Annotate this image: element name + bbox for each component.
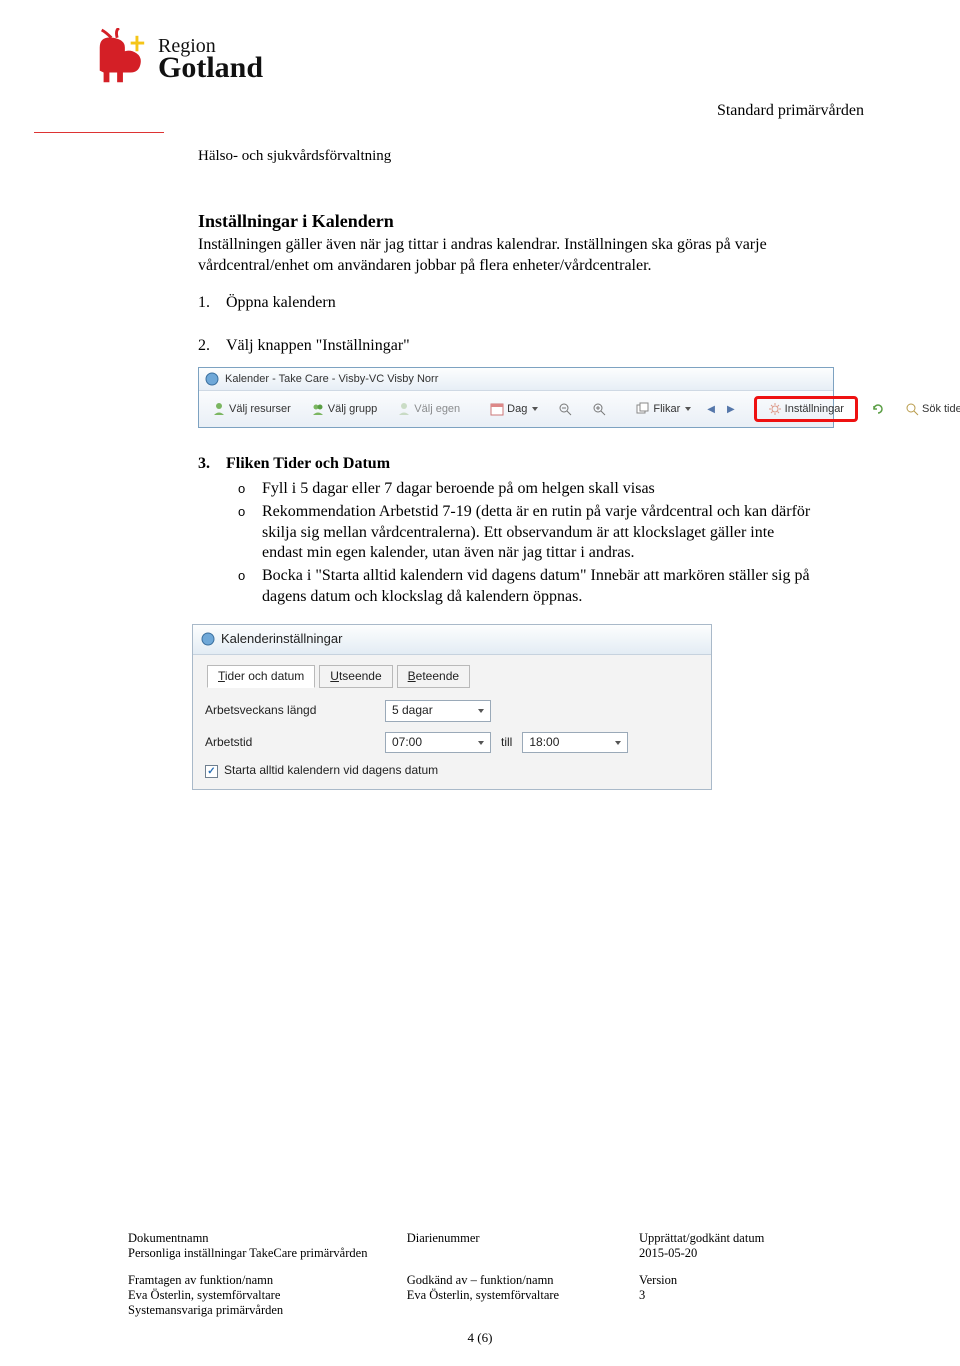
- prev-arrow[interactable]: ◀: [704, 403, 718, 416]
- logo-ram-icon: [92, 28, 150, 90]
- step-2: 2.Välj knappen "Inställningar" Kalender …: [198, 336, 818, 428]
- work-to-select[interactable]: 18:00: [522, 732, 628, 754]
- tabs-button[interactable]: Flikar: [629, 399, 698, 419]
- footer-date-value: 2015-05-20: [639, 1246, 848, 1261]
- settings-button[interactable]: Inställningar: [761, 399, 851, 419]
- header-rule: [34, 132, 164, 133]
- intro-paragraph: Inställningen gäller även när jag tittar…: [198, 235, 818, 277]
- tab-behavior[interactable]: Beteende: [397, 665, 470, 689]
- chevron-down-icon: [478, 741, 484, 745]
- next-arrow[interactable]: ▶: [724, 403, 738, 416]
- work-from-select[interactable]: 07:00: [385, 732, 491, 754]
- person-icon: [212, 402, 226, 416]
- chevron-down-icon: [478, 709, 484, 713]
- zoom-out-icon: [558, 402, 572, 416]
- gear-icon: [768, 402, 782, 416]
- workweek-length-label: Arbetsveckans längd: [205, 703, 375, 719]
- section-title: Inställningar i Kalendern: [198, 210, 818, 233]
- person-dim-icon: [397, 402, 411, 416]
- footer-docname-value: Personliga inställningar TakeCare primär…: [128, 1246, 407, 1261]
- window-title: Kalender - Take Care - Visby-VC Visby No…: [225, 372, 438, 386]
- window-titlebar: Kalender - Take Care - Visby-VC Visby No…: [199, 368, 833, 391]
- footer-createdby-value2: Systemansvariga primärvården: [128, 1303, 407, 1318]
- bullet-1: oFyll i 5 dagar eller 7 dagar beroende p…: [198, 479, 818, 500]
- zoom-out-button[interactable]: [551, 399, 579, 419]
- day-button[interactable]: Dag: [483, 399, 545, 419]
- calendar-day-icon: [490, 402, 504, 416]
- footer-createdby-header: Framtagen av funktion/namn: [128, 1273, 407, 1288]
- select-group-button[interactable]: Välj grupp: [304, 399, 385, 419]
- dialog-titlebar: Kalenderinställningar: [193, 625, 711, 655]
- bullet-2: oRekommendation Arbetstid 7-19 (detta är…: [198, 502, 818, 564]
- zoom-in-button[interactable]: [585, 399, 613, 419]
- settings-dialog-screenshot: Kalenderinställningar Tider och datum Ut…: [192, 624, 712, 790]
- logo-gotland-text: Gotland: [158, 55, 263, 81]
- footer-createdby-value1: Eva Österlin, systemförvaltare: [128, 1288, 407, 1303]
- bullet-3: oBocka i "Starta alltid kalendern vid da…: [198, 566, 818, 608]
- tabs-icon: [636, 402, 650, 416]
- footer-diarienum-header: Diarienummer: [407, 1231, 639, 1246]
- step-1: 1.Öppna kalendern: [198, 293, 818, 314]
- work-hours-label: Arbetstid: [205, 735, 375, 751]
- till-label: till: [501, 735, 512, 751]
- chevron-down-icon: [685, 407, 691, 411]
- start-today-label: Starta alltid kalendern vid dagens datum: [224, 763, 438, 779]
- app-icon: [201, 632, 215, 646]
- refresh-button[interactable]: [864, 399, 892, 419]
- dialog-tabs: Tider och datum Utseende Beteende: [205, 665, 711, 689]
- chevron-down-icon: [615, 741, 621, 745]
- footer-approvedby-value: Eva Österlin, systemförvaltare: [407, 1288, 639, 1303]
- footer-approvedby-header: Godkänd av – funktion/namn: [407, 1273, 639, 1288]
- footer: Dokumentnamn Diarienummer Upprättat/godk…: [128, 1231, 848, 1330]
- search-icon: [905, 402, 919, 416]
- logo: Region Gotland: [92, 28, 263, 90]
- group-icon: [311, 402, 325, 416]
- toolbar-screenshot: Kalender - Take Care - Visby-VC Visby No…: [198, 367, 834, 429]
- select-own-button[interactable]: Välj egen: [390, 399, 467, 419]
- select-resources-button[interactable]: Välj resurser: [205, 399, 298, 419]
- zoom-in-icon: [592, 402, 606, 416]
- footer-docname-header: Dokumentnamn: [128, 1231, 407, 1246]
- document-category: Standard primärvården: [717, 102, 864, 120]
- app-icon: [205, 372, 219, 386]
- start-today-checkbox[interactable]: ✓: [205, 765, 218, 778]
- refresh-icon: [871, 402, 885, 416]
- department-name: Hälso- och sjukvårdsförvaltning: [198, 148, 391, 165]
- tab-times-dates[interactable]: Tider och datum: [207, 665, 315, 689]
- chevron-down-icon: [532, 407, 538, 411]
- page-number: 4 (6): [468, 1330, 493, 1346]
- tab-appearance[interactable]: Utseende: [319, 665, 392, 689]
- step-3: 3.Fliken Tider och Datum oFyll i 5 dagar…: [198, 454, 818, 790]
- footer-version-value: 3: [639, 1288, 848, 1303]
- content-area: Inställningar i Kalendern Inställningen …: [198, 210, 818, 808]
- search-times-button[interactable]: Sök tider: [898, 399, 960, 419]
- footer-version-header: Version: [639, 1273, 848, 1288]
- footer-date-header: Upprättat/godkänt datum: [639, 1231, 848, 1246]
- workweek-length-select[interactable]: 5 dagar: [385, 700, 491, 722]
- settings-button-highlight: Inställningar: [754, 396, 858, 422]
